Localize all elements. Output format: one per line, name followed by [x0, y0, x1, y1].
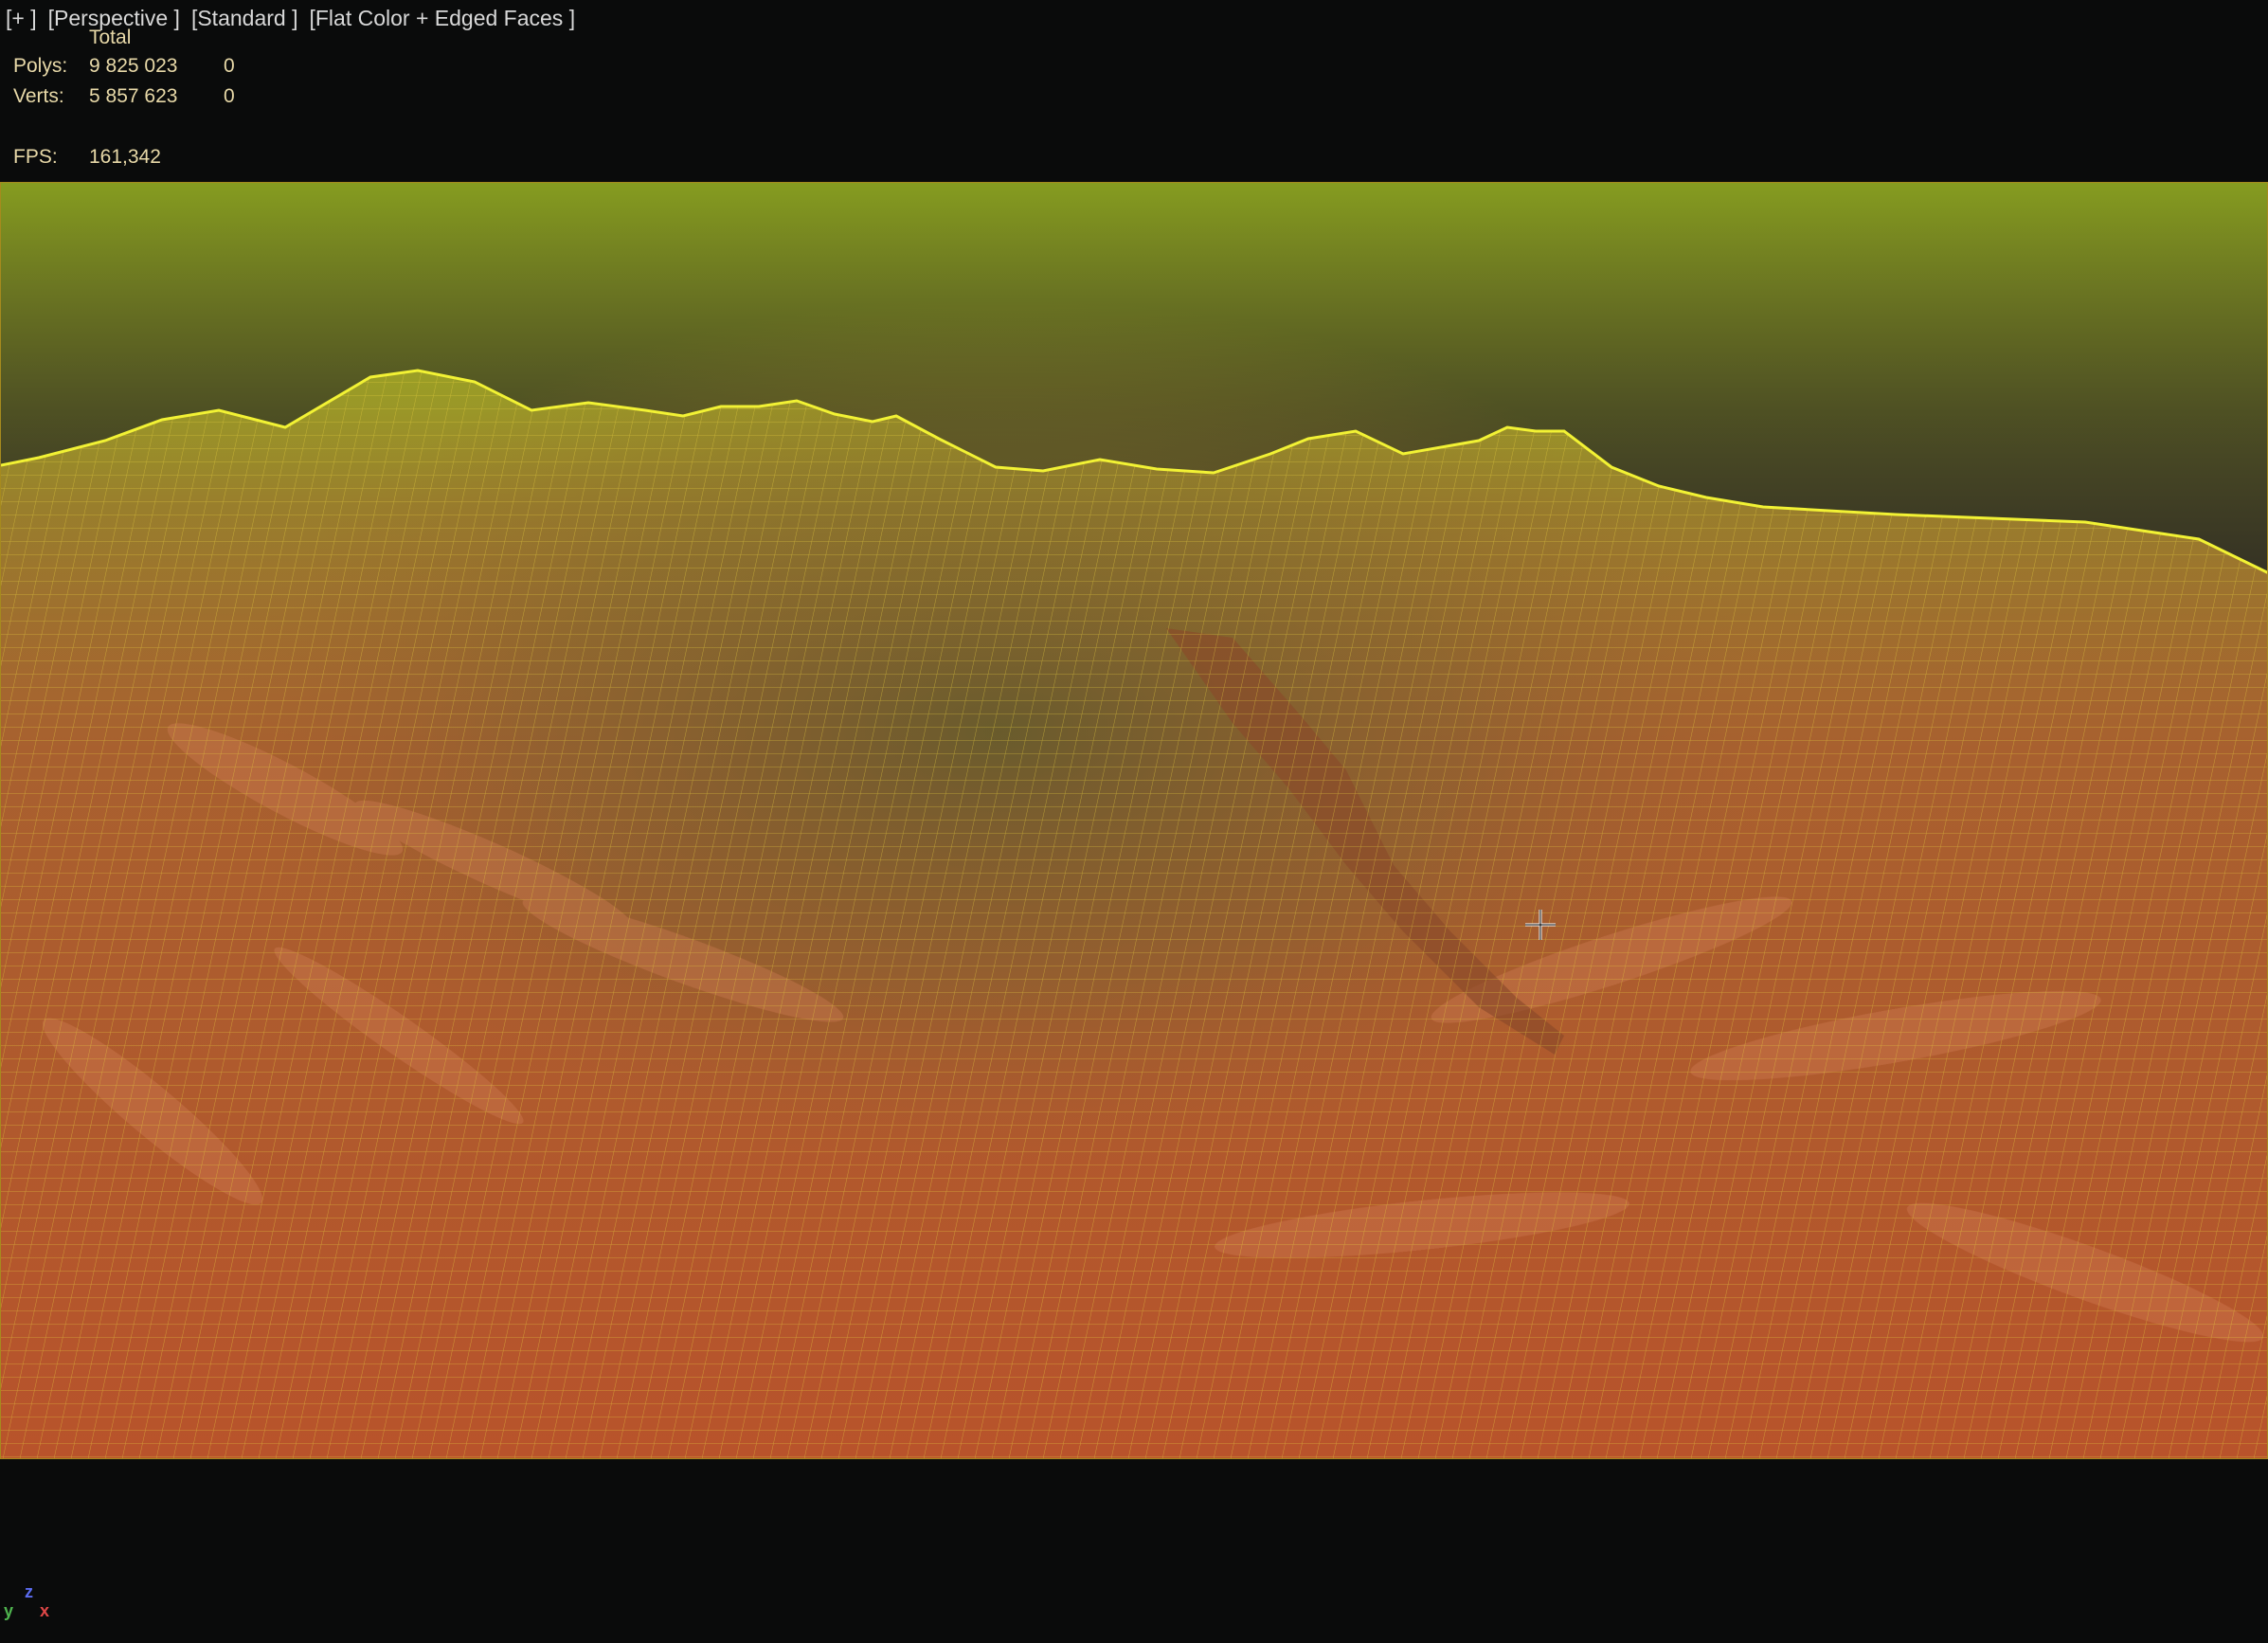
stats-fps-value: 161,342	[89, 146, 161, 168]
axis-x-label: x	[40, 1601, 50, 1620]
stats-polys-label: Polys:	[13, 55, 68, 77]
axis-gizmo: z y x	[4, 1582, 51, 1624]
stats-verts-total: 5 857 623	[89, 85, 178, 107]
viewport-shading-preset-menu[interactable]: [Standard ]	[191, 6, 298, 31]
viewport-display-mode-menu[interactable]: [Flat Color + Edged Faces ]	[309, 6, 575, 31]
stats-polys-selected: 0	[224, 55, 235, 77]
perspective-viewport[interactable]	[0, 182, 2268, 1459]
stats-verts-label: Verts:	[13, 85, 64, 107]
stats-verts-selected: 0	[224, 85, 235, 107]
axis-z-label: z	[25, 1582, 33, 1601]
stats-polys-total: 9 825 023	[89, 55, 178, 77]
terrain-render	[1, 183, 2267, 1458]
viewport-plus-menu[interactable]: [+ ]	[6, 6, 37, 31]
stats-total-header: Total	[89, 27, 132, 48]
axis-y-label: y	[4, 1601, 14, 1620]
stats-fps-label: FPS:	[13, 146, 58, 168]
